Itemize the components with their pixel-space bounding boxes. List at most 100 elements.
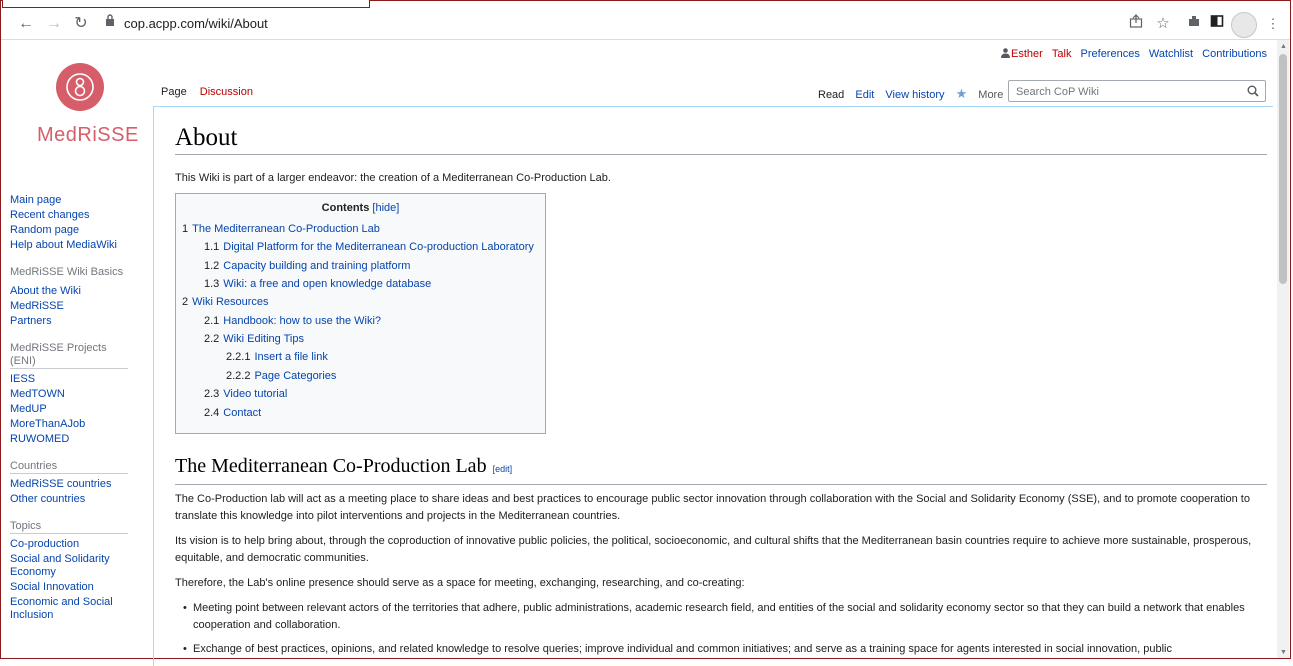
watchlist-link[interactable]: Watchlist — [1149, 48, 1193, 60]
toc-link[interactable]: Wiki: a free and open knowledge database — [223, 278, 431, 290]
toc-item[interactable]: 2.2.2 Page Categories — [226, 370, 336, 382]
toc-link[interactable]: Contact — [223, 407, 261, 419]
toc-item[interactable]: 2 Wiki Resources — [182, 296, 269, 308]
toc-link[interactable]: Wiki Editing Tips — [223, 333, 304, 345]
toc-link[interactable]: Page Categories — [254, 370, 336, 382]
sidebar-item-co-production[interactable]: Co-production — [10, 538, 140, 551]
sidebar-item-sse[interactable]: Social and Solidarity Economy — [10, 553, 140, 579]
search-input[interactable] — [1014, 85, 1238, 99]
toc-link[interactable]: Insert a file link — [254, 351, 327, 363]
sidebar-item-medrisse-countries[interactable]: MedRiSSE countries — [10, 478, 140, 491]
extensions-icon[interactable] — [1184, 13, 1204, 35]
sidebar-item-social-innovation[interactable]: Social Innovation — [10, 581, 140, 594]
table-of-contents: Contents [hide] 1 The Mediterranean Co-Pr… — [175, 193, 546, 434]
sidebar-item-inclusion[interactable]: Economic and Social Inclusion — [10, 596, 140, 622]
watch-star-icon[interactable]: ★ — [956, 86, 968, 101]
list-item-text: Exchange of best practices, opinions, an… — [193, 643, 1172, 655]
sidebar-item-iess[interactable]: IESS — [10, 373, 140, 386]
toc-item[interactable]: 2.1 Handbook: how to use the Wiki? — [204, 315, 381, 327]
bullet-dot: • — [183, 643, 187, 655]
sidebar-item-recent-changes[interactable]: Recent changes — [10, 209, 140, 222]
share-icon[interactable] — [1126, 13, 1146, 35]
toc-link[interactable]: The Mediterranean Co-Production Lab — [192, 223, 380, 235]
more-menu-label: More — [978, 89, 1004, 101]
scroll-down-icon[interactable]: ▼ — [1280, 649, 1287, 656]
toc-title: Contents — [321, 202, 370, 214]
reload-icon[interactable]: ↻ — [70, 13, 92, 35]
sidebar-item-morethanajob[interactable]: MoreThanAJob — [10, 418, 140, 431]
contributions-link[interactable]: Contributions — [1202, 48, 1267, 60]
address-bar[interactable]: cop.acpp.com/wiki/About — [97, 12, 1097, 36]
view-tabs: Read Edit View history ★ More ⌵ — [818, 86, 1037, 102]
bookmark-star-icon[interactable]: ☆ — [1153, 13, 1173, 35]
toc-item[interactable]: 1 The Mediterranean Co-Production Lab — [182, 223, 380, 235]
sidebar-item-other-countries[interactable]: Other countries — [10, 493, 140, 506]
section-edit-link[interactable]: [edit] — [493, 464, 513, 474]
toc-number: 2.2.2 — [226, 370, 251, 382]
toc-link[interactable]: Wiki Resources — [192, 296, 268, 308]
toc-link[interactable]: Video tutorial — [223, 388, 287, 400]
toc-item[interactable]: 2.2 Wiki Editing Tips — [204, 333, 304, 345]
personal-tools: Esther Talk Preferences Watchlist Contri… — [995, 48, 1267, 60]
toc-item[interactable]: 1.1 Digital Platform for the Mediterranea… — [204, 241, 534, 253]
menu-dots-icon[interactable]: ⋮ — [1263, 13, 1283, 35]
toc-item[interactable]: 2.2.1 Insert a file link — [226, 351, 328, 363]
toc-item[interactable]: 2.4 Contact — [204, 407, 261, 419]
talk-link[interactable]: Talk — [1052, 48, 1072, 60]
logo-mark-icon — [66, 73, 94, 101]
scroll-up-icon[interactable]: ▲ — [1280, 43, 1287, 50]
toc-item[interactable]: 2.3 Video tutorial — [204, 388, 287, 400]
toc-number: 2.2 — [204, 333, 220, 345]
sidebar-item-random-page[interactable]: Random page — [10, 224, 140, 237]
paragraph: The Co-Production lab will act as a meet… — [175, 493, 1250, 522]
user-link[interactable]: Esther — [1011, 48, 1043, 60]
section-heading: The Mediterranean Co-Production Lab [edit… — [175, 455, 512, 478]
tab-history[interactable]: View history — [885, 89, 944, 101]
search-icon[interactable] — [1247, 84, 1259, 102]
section-divider — [175, 484, 1267, 485]
tab-page[interactable]: Page — [161, 86, 192, 98]
toc-number: 2.3 — [204, 388, 220, 400]
preferences-link[interactable]: Preferences — [1081, 48, 1140, 60]
sidebar-item-medrisse[interactable]: MedRiSSE — [10, 300, 140, 313]
tab-edit[interactable]: Edit — [855, 89, 874, 101]
toc-item[interactable]: 1.2 Capacity building and training platfo… — [204, 260, 410, 272]
browser-tab-stub[interactable] — [2, 0, 370, 8]
sidebar-heading-projects: MedRiSSE Projects (ENI) — [10, 342, 128, 369]
profile-avatar[interactable] — [1231, 12, 1257, 38]
url-text[interactable]: cop.acpp.com/wiki/About — [124, 16, 268, 31]
sidebar-heading-topics: Topics — [10, 520, 128, 534]
title-divider — [175, 154, 1267, 155]
intro-text: This Wiki is part of a larger endeavor: … — [175, 172, 611, 184]
page-scrollbar[interactable]: ▲ ▼ — [1277, 40, 1289, 658]
sidebar-item-help[interactable]: Help about MediaWiki — [10, 239, 140, 252]
sidebar-item-ruwomed[interactable]: RUWOMED — [10, 433, 140, 446]
sidebar-item-partners[interactable]: Partners — [10, 315, 140, 328]
list-item: • Exchange of best practices, opinions, … — [183, 641, 1263, 658]
toc-link[interactable]: Capacity building and training platform — [223, 260, 410, 272]
tab-discussion[interactable]: Discussion — [195, 86, 258, 98]
bullet-dot: • — [183, 602, 187, 614]
browser-toolbar: ← → ↻ cop.acpp.com/wiki/About ☆ ⋮ — [1, 8, 1290, 40]
sidebar-item-medup[interactable]: MedUP — [10, 403, 140, 416]
user-icon — [1001, 48, 1011, 58]
sidebar-item-about-wiki[interactable]: About the Wiki — [10, 285, 140, 298]
side-panel-icon[interactable] — [1207, 13, 1227, 35]
back-icon[interactable]: ← — [15, 13, 37, 35]
tab-read[interactable]: Read — [818, 89, 844, 101]
toc-item[interactable]: 1.3 Wiki: a free and open knowledge datab… — [204, 278, 431, 290]
sidebar-item-main-page[interactable]: Main page — [10, 194, 140, 207]
site-logo[interactable] — [56, 63, 104, 111]
toc-link[interactable]: Digital Platform for the Mediterranean C… — [223, 241, 534, 253]
forward-icon[interactable]: → — [43, 13, 65, 35]
toc-link[interactable]: Handbook: how to use the Wiki? — [223, 315, 381, 327]
toc-hide-link[interactable]: [hide] — [372, 202, 399, 214]
toc-title-row: Contents [hide] — [176, 202, 545, 214]
scrollbar-thumb[interactable] — [1279, 54, 1287, 284]
logo-text[interactable]: MedRiSSE — [37, 124, 138, 147]
toc-number: 2.4 — [204, 407, 220, 419]
paragraph: Its vision is to help bring about, throu… — [175, 535, 1252, 564]
section-title: The Mediterranean Co-Production Lab — [175, 455, 487, 477]
sidebar-item-medtown[interactable]: MedTOWN — [10, 388, 140, 401]
paragraph: Therefore, the Lab's online presence sho… — [175, 577, 745, 589]
